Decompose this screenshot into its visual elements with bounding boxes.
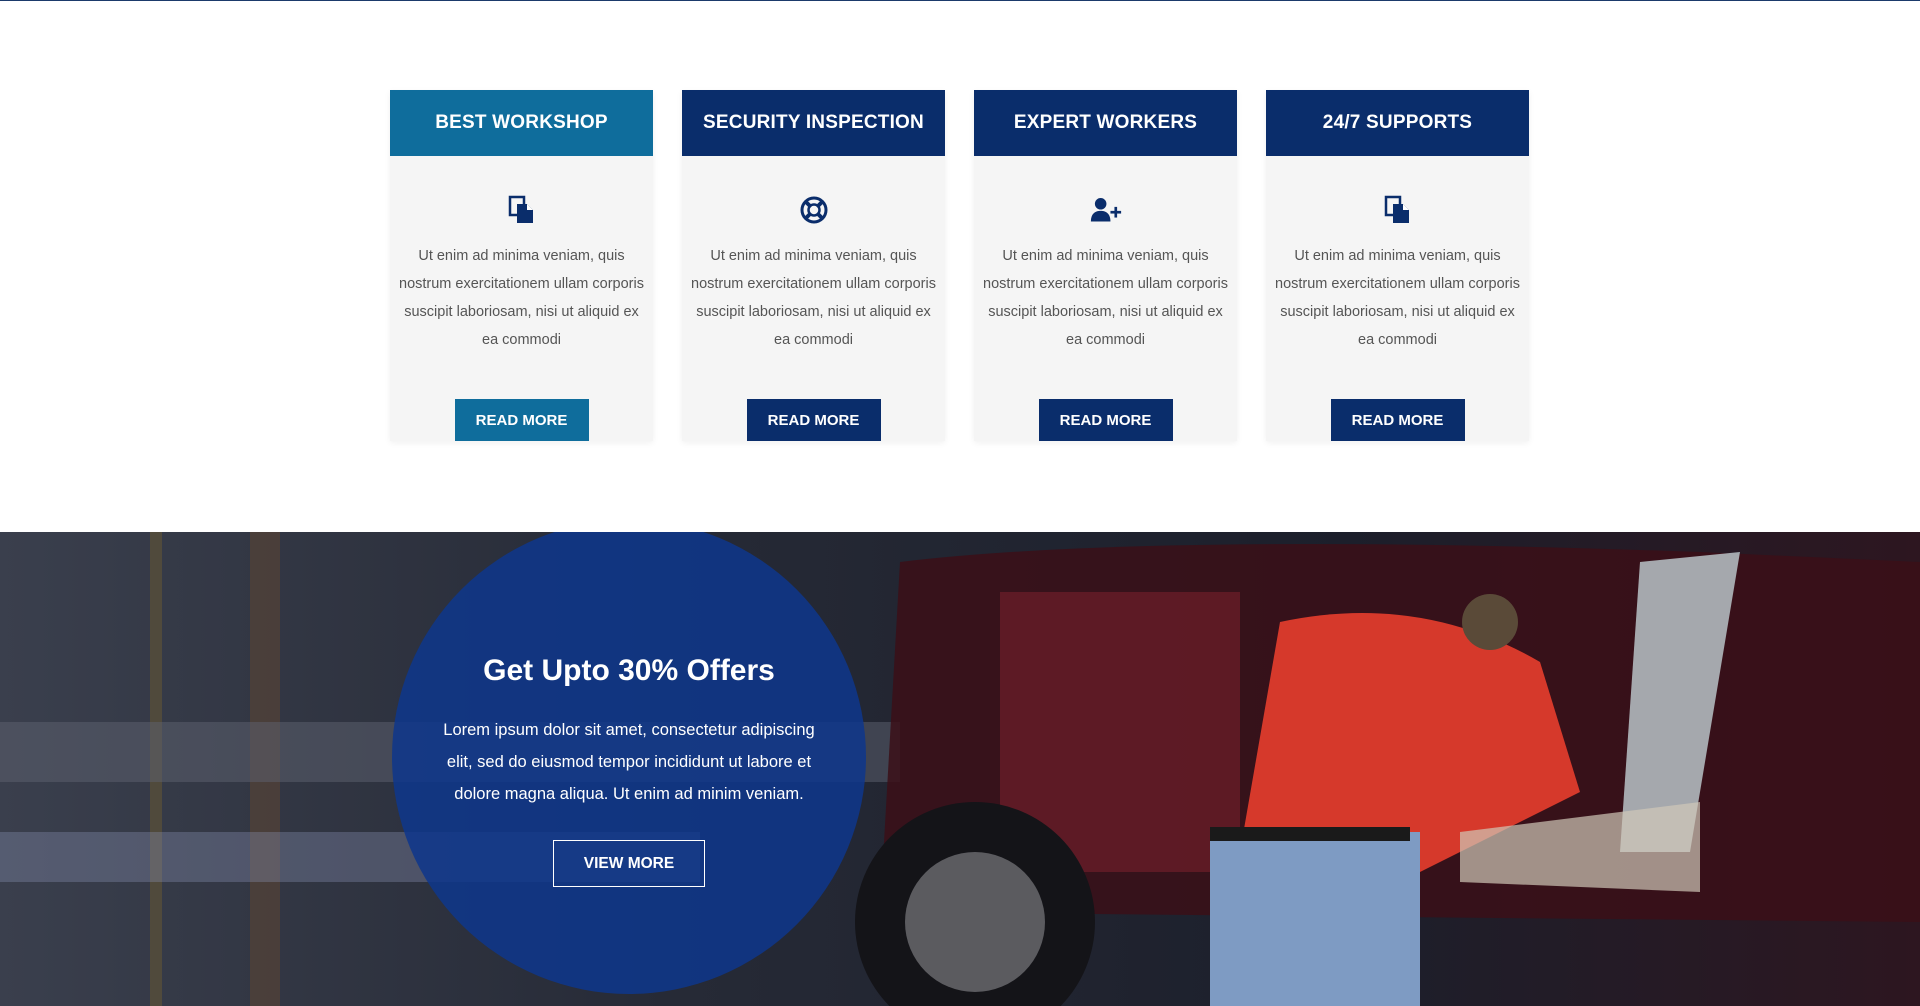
user-plus-icon	[1090, 194, 1122, 226]
read-more-button[interactable]: READ MORE	[1330, 399, 1465, 441]
service-card-best-workshop: BEST WORKSHOP Ut enim ad minima veniam, …	[390, 90, 653, 441]
read-more-button[interactable]: READ MORE	[454, 399, 589, 441]
top-divider	[0, 0, 1920, 1]
read-more-button[interactable]: READ MORE	[746, 399, 881, 441]
service-card-description: Ut enim ad minima veniam, quis nostrum e…	[1275, 248, 1520, 348]
service-card-title: SECURITY INSPECTION	[682, 90, 945, 156]
service-card-24-7-supports: 24/7 SUPPORTS Ut enim ad minima veniam, …	[1266, 90, 1529, 441]
offer-content: Get Upto 30% Offers Lorem ipsum dolor si…	[392, 532, 866, 887]
copy-icon	[506, 194, 538, 226]
service-card-title: EXPERT WORKERS	[974, 90, 1237, 156]
offer-description: Lorem ipsum dolor sit amet, consectetur …	[443, 721, 815, 803]
workshop-background-image	[0, 532, 1920, 1006]
view-more-button[interactable]: VIEW MORE	[553, 840, 705, 887]
copy-icon	[1382, 194, 1414, 226]
service-card-title: 24/7 SUPPORTS	[1266, 90, 1529, 156]
service-card-title: BEST WORKSHOP	[390, 90, 653, 156]
service-card-description: Ut enim ad minima veniam, quis nostrum e…	[691, 248, 936, 348]
service-card-expert-workers: EXPERT WORKERS Ut enim ad minima veniam,…	[974, 90, 1237, 441]
offer-title: Get Upto 30% Offers	[483, 654, 775, 687]
read-more-button[interactable]: READ MORE	[1038, 399, 1173, 441]
life-ring-icon	[798, 194, 830, 226]
offer-banner: Get Upto 30% Offers Lorem ipsum dolor si…	[0, 532, 1920, 1006]
service-card-description: Ut enim ad minima veniam, quis nostrum e…	[399, 248, 644, 348]
services-section: BEST WORKSHOP Ut enim ad minima veniam, …	[390, 90, 1530, 441]
service-card-description: Ut enim ad minima veniam, quis nostrum e…	[983, 248, 1228, 348]
service-card-security-inspection: SECURITY INSPECTION Ut enim ad minima ve…	[682, 90, 945, 441]
